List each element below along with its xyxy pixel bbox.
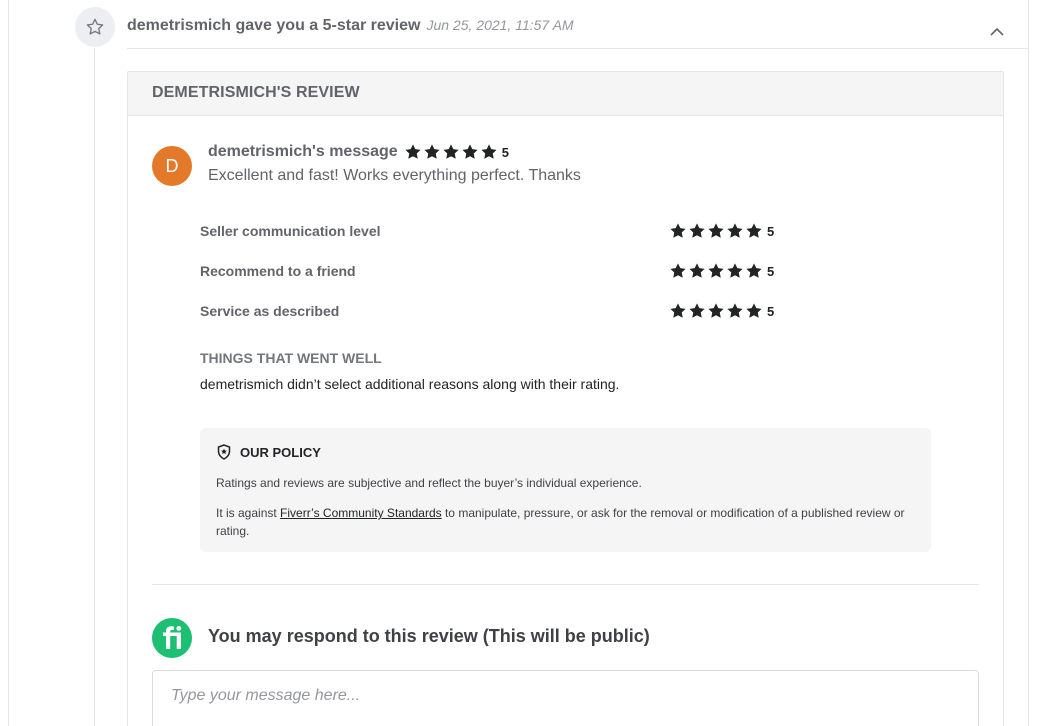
star-filled-icon: [424, 144, 440, 159]
review-card-header: DEMETRISMICH'S REVIEW: [128, 72, 1003, 116]
rating-score: 5: [767, 223, 775, 239]
star-filled-icon: [670, 223, 686, 238]
collapse-button[interactable]: [986, 21, 1008, 41]
review-card: DEMETRISMICH'S REVIEW D demetrismich's m…: [127, 71, 1004, 726]
rating-label: Service as described: [200, 303, 340, 319]
star-filled-icon: [746, 303, 762, 318]
avatar-letter: D: [165, 155, 179, 176]
overall-rating: 5: [404, 143, 509, 161]
star-filled-icon: [689, 223, 705, 238]
avatar: D: [152, 146, 192, 186]
star-filled-icon: [670, 263, 686, 278]
star-filled-icon: [405, 144, 421, 159]
star-filled-icon: [481, 144, 497, 159]
message-header: demetrismich's message 5: [208, 143, 509, 161]
star-filled-icon: [708, 223, 724, 238]
shield-icon: [217, 444, 231, 460]
chevron-up-icon: [990, 27, 1004, 36]
rating-row-communication: Seller communication level 5: [200, 221, 780, 241]
timeline-line: [94, 48, 95, 726]
community-standards-link[interactable]: Fiverr’s Community Standards: [280, 506, 442, 520]
rating-score: 5: [767, 263, 775, 279]
star-filled-icon: [689, 303, 705, 318]
policy-title: OUR POLICY: [240, 444, 321, 460]
reply-input[interactable]: [152, 670, 979, 726]
rating-stars: 5: [669, 302, 774, 320]
fiverr-logo-icon: [152, 618, 192, 658]
star-filled-icon: [746, 223, 762, 238]
rating-stars: 5: [669, 262, 774, 280]
rating-label: Seller communication level: [200, 223, 381, 239]
went-well-text: demetrismich didn’t select additional re…: [200, 376, 620, 392]
rating-stars: 5: [669, 222, 774, 240]
rating-row-recommend: Recommend to a friend 5: [200, 261, 780, 281]
policy-line-1: Ratings and reviews are subjective and r…: [216, 476, 642, 490]
star-filled-icon: [689, 263, 705, 278]
star-filled-icon: [727, 303, 743, 318]
star-filled-icon: [727, 263, 743, 278]
event-divider: [127, 48, 1029, 49]
event-date: Jun 25, 2021, 11:57 AM: [426, 17, 574, 33]
star-filled-icon: [443, 144, 459, 159]
star-filled-icon: [708, 303, 724, 318]
star-filled-icon: [708, 263, 724, 278]
event-title: demetrismich gave you a 5-star review Jun…: [127, 17, 574, 35]
star-filled-icon: [462, 144, 478, 159]
message-label: demetrismich's message: [208, 143, 398, 160]
rating-row-service: Service as described 5: [200, 301, 780, 321]
review-message: Excellent and fast! Works everything per…: [208, 167, 581, 184]
respond-title: You may respond to this review (This wil…: [208, 626, 650, 646]
card-divider: [152, 584, 979, 585]
policy-header: OUR POLICY: [216, 444, 915, 460]
went-well-title: THINGS THAT WENT WELL: [200, 350, 382, 366]
star-filled-icon: [670, 303, 686, 318]
event-title-text: demetrismich gave you a 5-star review: [127, 17, 421, 34]
rating-label: Recommend to a friend: [200, 263, 356, 279]
policy-text: It is against: [216, 506, 281, 520]
rating-score: 5: [767, 303, 775, 319]
star-filled-icon: [727, 223, 743, 238]
star-outline-icon: [75, 7, 115, 47]
policy-box: OUR POLICY Ratings and reviews are subje…: [200, 428, 931, 552]
star-filled-icon: [746, 263, 762, 278]
overall-score: 5: [501, 144, 509, 160]
policy-line-2: It is against Fiverr’s Community Standar…: [216, 504, 915, 540]
